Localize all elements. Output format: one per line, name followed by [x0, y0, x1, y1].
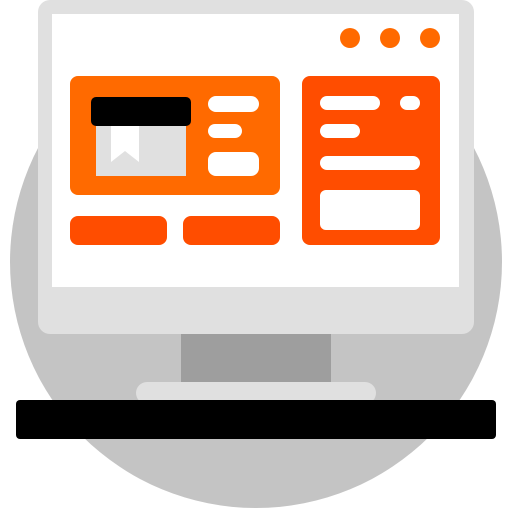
- window-dot-3-icon: [420, 28, 440, 48]
- form-line-1-tag: [400, 96, 420, 110]
- product-price-pill: [208, 152, 259, 176]
- stand-neck: [181, 334, 331, 382]
- action-button-left: [70, 216, 167, 245]
- action-button-right: [183, 216, 280, 245]
- form-line-3: [320, 156, 420, 170]
- form-line-1: [320, 96, 380, 110]
- product-image-header-bar: [91, 97, 191, 126]
- desk-bar: [16, 400, 496, 439]
- window-dot-1-icon: [340, 28, 360, 48]
- monitor-illustration: [0, 0, 512, 512]
- form-input-box: [320, 190, 420, 230]
- monitor-illustration-svg: [10, 0, 502, 508]
- window-dot-2-icon: [380, 28, 400, 48]
- product-title-line: [208, 96, 259, 112]
- product-subtitle-line: [208, 124, 242, 138]
- product-image-placeholder: [96, 122, 186, 176]
- form-line-2: [320, 124, 360, 138]
